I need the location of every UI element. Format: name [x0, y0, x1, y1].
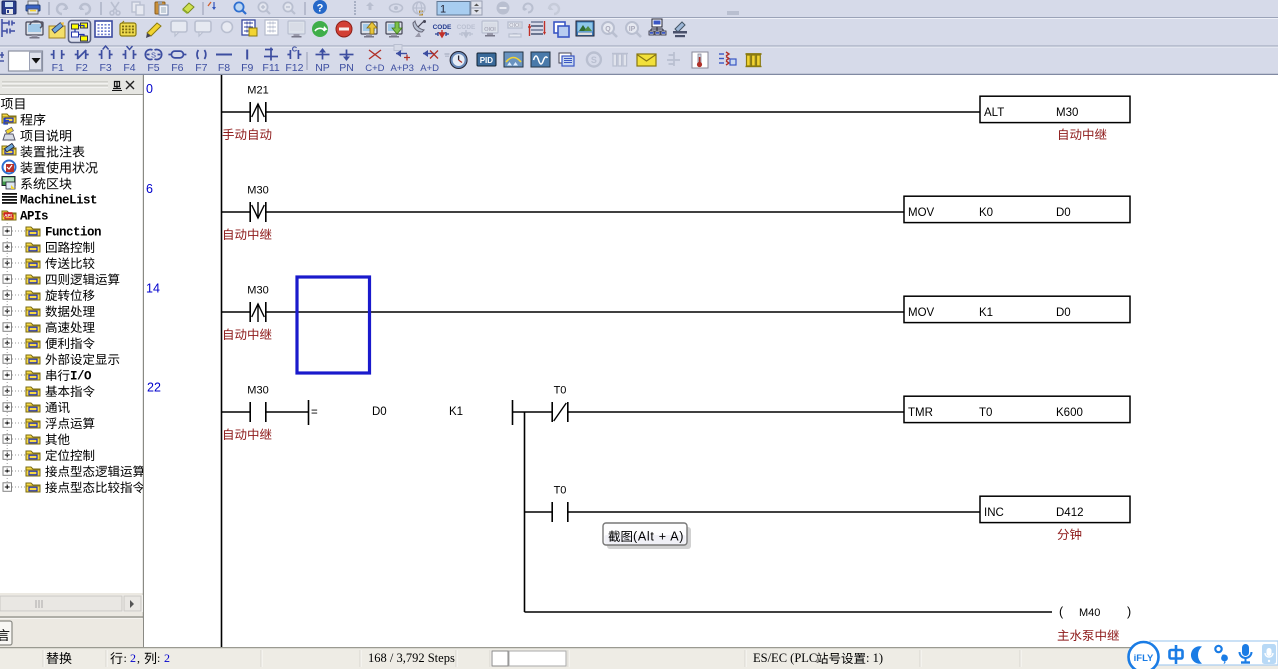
svg-text:CODE: CODE: [457, 24, 476, 31]
svg-text:Function: Function: [45, 226, 101, 240]
svg-text:F6: F6: [171, 62, 183, 74]
svg-text:API: API: [4, 213, 12, 218]
svg-text:K1: K1: [979, 307, 993, 319]
svg-text:F8: F8: [218, 62, 230, 74]
svg-text:M30: M30: [1056, 107, 1078, 119]
svg-text:: 1): : 1): [866, 651, 883, 665]
svg-text:F3: F3: [99, 62, 111, 74]
svg-text:(Alt + A): (Alt + A): [633, 530, 684, 544]
svg-text:6: 6: [146, 182, 153, 196]
svg-text:14: 14: [146, 282, 160, 296]
svg-text:M30: M30: [247, 185, 268, 197]
svg-text:C+D: C+D: [365, 63, 384, 74]
svg-text:F2: F2: [76, 62, 88, 74]
svg-text:TMR: TMR: [908, 407, 933, 419]
svg-text:22: 22: [147, 381, 161, 395]
svg-text:F9: F9: [241, 62, 253, 74]
svg-text:OIOI: OIOI: [509, 23, 521, 29]
svg-text:ALT: ALT: [984, 107, 1004, 119]
svg-text:T0: T0: [979, 407, 992, 419]
svg-text:S: S: [151, 51, 156, 60]
svg-text:OIOI: OIOI: [484, 27, 496, 33]
svg-text::: :: [124, 651, 127, 665]
svg-text:APIs: APIs: [20, 210, 48, 224]
svg-text:ES/EC (PLC: ES/EC (PLC: [753, 651, 817, 665]
svg-text:PN: PN: [339, 62, 354, 74]
svg-text:,: ,: [137, 651, 140, 665]
svg-text:F5: F5: [147, 62, 159, 74]
svg-text:F4: F4: [123, 62, 135, 74]
svg-text:2: 2: [164, 651, 170, 665]
svg-text:F7: F7: [195, 62, 207, 74]
svg-text:168 / 3,792 Steps: 168 / 3,792 Steps: [368, 651, 455, 665]
svg-text:M21: M21: [247, 85, 268, 97]
svg-text:MOV: MOV: [908, 307, 935, 319]
svg-text:D412: D412: [1056, 507, 1084, 519]
svg-text:D0: D0: [372, 406, 387, 418]
svg-text:K0: K0: [979, 207, 993, 219]
svg-text:0: 0: [146, 82, 153, 96]
svg-text:M40: M40: [1079, 607, 1100, 619]
svg-text:T0: T0: [554, 485, 567, 497]
svg-text:C: C: [292, 45, 298, 54]
svg-text:F12: F12: [285, 62, 303, 74]
svg-text:?: ?: [317, 3, 324, 15]
svg-text:): ): [1127, 605, 1131, 619]
svg-text:1: 1: [440, 4, 446, 16]
svg-text:=: =: [311, 407, 318, 419]
svg-text:S: S: [591, 55, 597, 65]
svg-text:MachineList: MachineList: [20, 194, 97, 208]
svg-text:I/O: I/O: [70, 370, 92, 384]
svg-text:MOV: MOV: [908, 207, 935, 219]
svg-text:Q: Q: [605, 26, 611, 33]
svg-text:D0: D0: [1056, 307, 1071, 319]
svg-text::: :: [157, 651, 160, 665]
svg-text:IP: IP: [629, 26, 636, 33]
svg-text:PID: PID: [480, 56, 494, 65]
svg-text:M30: M30: [247, 385, 268, 397]
svg-text:F11: F11: [262, 62, 279, 74]
svg-text:2: 2: [130, 651, 136, 665]
svg-text:A+P3: A+P3: [390, 63, 414, 74]
svg-text:A+D: A+D: [420, 63, 439, 74]
svg-text:F1: F1: [52, 62, 64, 74]
svg-text:iFLY: iFLY: [1134, 653, 1154, 664]
svg-text:D0: D0: [1056, 207, 1071, 219]
svg-text:CODE: CODE: [433, 24, 452, 31]
svg-text:M30: M30: [247, 285, 268, 297]
svg-text:T0: T0: [554, 385, 567, 397]
svg-text:NP: NP: [315, 62, 330, 74]
svg-text:K600: K600: [1056, 407, 1083, 419]
svg-text:K1: K1: [449, 406, 463, 418]
svg-text:INC: INC: [984, 507, 1004, 519]
